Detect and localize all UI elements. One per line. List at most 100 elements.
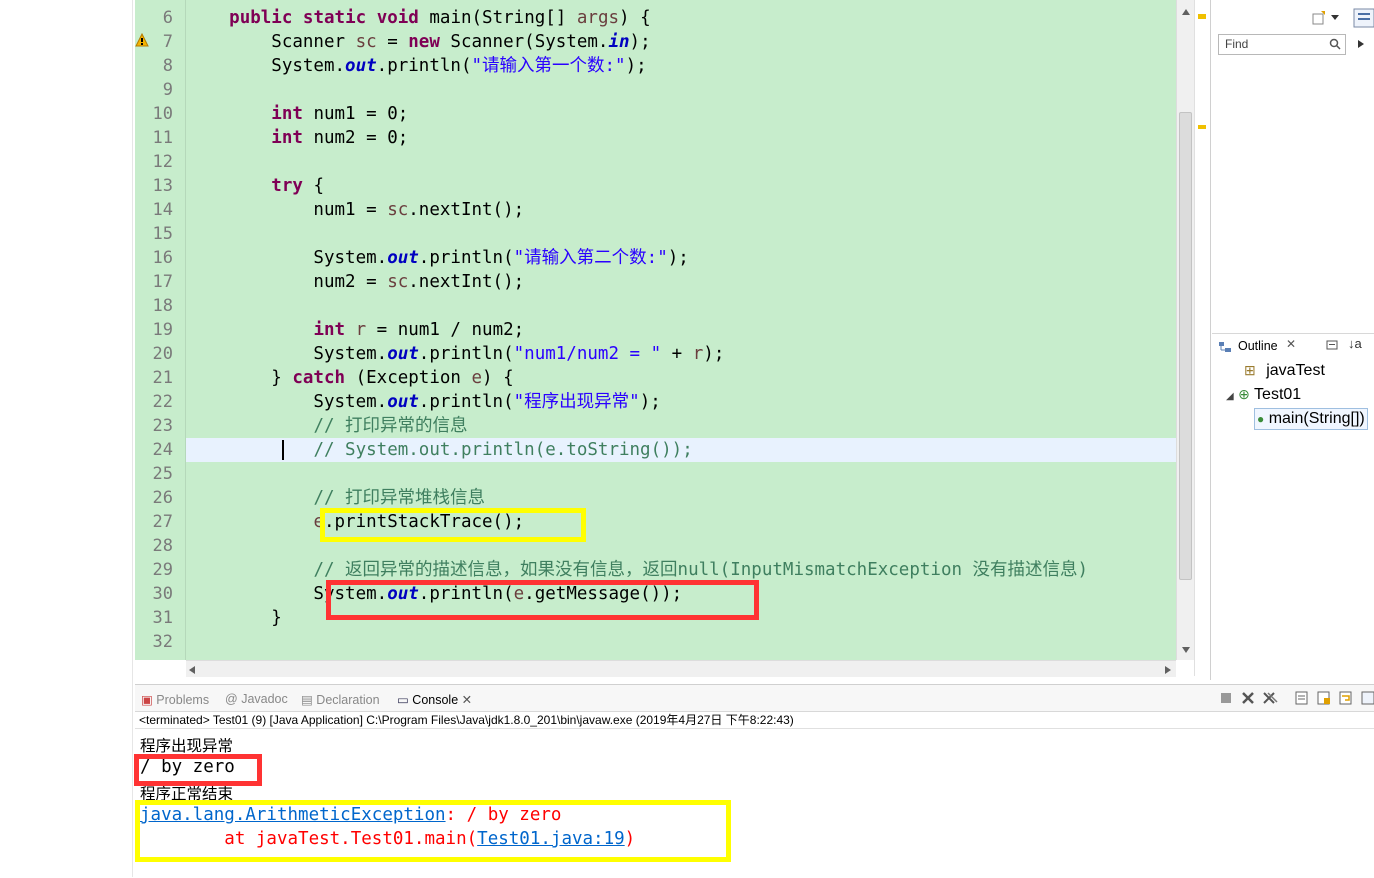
code-token: "请输入第二个数:" bbox=[513, 248, 668, 268]
close-icon[interactable]: ✕ bbox=[1286, 337, 1296, 351]
code-line[interactable]: System.out.println("请输入第二个数:"); bbox=[187, 246, 689, 270]
code-token: = bbox=[376, 32, 409, 52]
line-number: 30 bbox=[152, 584, 173, 604]
code-line[interactable]: int num1 = 0; bbox=[187, 102, 408, 126]
code-line[interactable]: try { bbox=[187, 174, 324, 198]
code-token: in bbox=[608, 32, 630, 52]
scroll-right-icon[interactable] bbox=[1164, 665, 1172, 675]
console-icon: ▭ bbox=[397, 693, 409, 707]
line-number: 31 bbox=[152, 608, 173, 628]
code-token: .println( bbox=[376, 56, 472, 76]
tab-console[interactable]: ▭ Console ✕ bbox=[397, 692, 472, 707]
code-token: new bbox=[408, 32, 440, 52]
tab-problems[interactable]: ▣ Problems bbox=[141, 692, 209, 707]
code-editor[interactable]: 6 public static void main(String[] args)… bbox=[135, 0, 1176, 660]
outline-icon bbox=[1219, 342, 1231, 352]
code-token: .println( bbox=[418, 344, 514, 364]
expand-icon[interactable]: ◢ bbox=[1226, 391, 1234, 402]
code-token: { bbox=[302, 176, 324, 196]
tab-declaration[interactable]: ▤ Declaration bbox=[301, 692, 380, 707]
code-line[interactable]: System.out.println("请输入第一个数:"); bbox=[187, 54, 646, 78]
chevron-down-icon[interactable] bbox=[1331, 15, 1339, 21]
tab-outline[interactable]: Outline bbox=[1238, 339, 1278, 353]
code-line[interactable]: // System.out.println(e.toString()); bbox=[187, 438, 692, 462]
code-token: out bbox=[387, 248, 419, 268]
remove-launch-icon[interactable] bbox=[1240, 690, 1256, 706]
console-status: <terminated> Test01 (9) [Java Applicatio… bbox=[139, 713, 794, 727]
terminate-icon[interactable] bbox=[1218, 690, 1234, 706]
code-token: sc bbox=[387, 200, 409, 220]
ruler-warning-mark[interactable] bbox=[1198, 14, 1206, 19]
problems-icon: ▣ bbox=[141, 693, 153, 707]
tab-javadoc[interactable]: @ Javadoc bbox=[225, 692, 288, 706]
outline-method[interactable]: ● main(String[]) bbox=[1254, 408, 1368, 430]
clear-console-icon[interactable] bbox=[1294, 690, 1310, 706]
code-token: ) { bbox=[619, 8, 651, 28]
search-icon[interactable] bbox=[1329, 38, 1341, 50]
line-number: 20 bbox=[152, 344, 173, 364]
code-line[interactable]: System.out.println("num1/num2 = " + r); bbox=[187, 342, 724, 366]
line-number: 6 bbox=[162, 8, 173, 28]
code-token: main(String[] bbox=[418, 8, 577, 28]
word-wrap-icon[interactable] bbox=[1338, 690, 1354, 706]
line-number: 19 bbox=[152, 320, 173, 340]
line-number: 29 bbox=[152, 560, 173, 580]
task-list-icon[interactable] bbox=[1353, 8, 1374, 28]
code-line[interactable]: num1 = sc.nextInt(); bbox=[187, 198, 524, 222]
overview-ruler[interactable] bbox=[1194, 0, 1209, 676]
code-line[interactable]: // 打印异常的信息 bbox=[187, 414, 467, 438]
scroll-lock-icon[interactable] bbox=[1316, 690, 1332, 706]
text-caret bbox=[282, 440, 284, 460]
find-input[interactable]: Find bbox=[1218, 34, 1346, 55]
code-line[interactable]: num2 = sc.nextInt(); bbox=[187, 270, 524, 294]
line-number: 26 bbox=[152, 488, 173, 508]
outline-class[interactable]: ◢ ⊕ Test01 bbox=[1226, 386, 1301, 404]
remove-all-icon[interactable] bbox=[1262, 690, 1278, 706]
code-line[interactable]: Scanner sc = new Scanner(System.in); bbox=[187, 30, 650, 54]
code-token: } bbox=[187, 368, 293, 388]
editor-horizontal-scrollbar[interactable] bbox=[186, 660, 1176, 677]
code-token: out bbox=[345, 56, 377, 76]
pin-console-icon[interactable] bbox=[1360, 690, 1374, 706]
line-number: 14 bbox=[152, 200, 173, 220]
sort-icon[interactable]: ↓a bbox=[1348, 336, 1362, 351]
line-number: 17 bbox=[152, 272, 173, 292]
left-panel bbox=[0, 0, 133, 877]
line-number: 9 bbox=[162, 80, 173, 100]
vertical-scroll-thumb[interactable] bbox=[1179, 112, 1192, 580]
code-token: ); bbox=[667, 248, 689, 268]
class-icon: ⊕ bbox=[1238, 386, 1250, 402]
code-token: num1 = 0; bbox=[302, 104, 409, 124]
outline-package[interactable]: ⊞ javaTest bbox=[1244, 362, 1325, 380]
code-line[interactable]: } catch (Exception e) { bbox=[187, 366, 513, 390]
ruler-warning-mark[interactable] bbox=[1198, 125, 1206, 129]
yellow-highlight-stacktrace bbox=[135, 800, 731, 862]
yellow-highlight-printstacktrace bbox=[320, 508, 586, 542]
code-token: System. bbox=[187, 56, 346, 76]
chevron-right-icon[interactable] bbox=[1358, 40, 1364, 48]
new-task-icon[interactable] bbox=[1311, 10, 1327, 26]
code-line[interactable]: } bbox=[187, 606, 282, 630]
code-token: .println( bbox=[418, 248, 514, 268]
code-token: int bbox=[271, 104, 303, 124]
line-number: 22 bbox=[152, 392, 173, 412]
code-line[interactable]: public static void main(String[] args) { bbox=[187, 6, 651, 30]
collapse-all-icon[interactable] bbox=[1326, 340, 1340, 352]
close-icon[interactable]: ✕ bbox=[462, 693, 472, 707]
code-line[interactable]: // 返回异常的描述信息，如果没有信息，返回null(InputMismatch… bbox=[187, 558, 1088, 582]
code-line[interactable]: int num2 = 0; bbox=[187, 126, 408, 150]
code-line[interactable]: System.out.println("程序出现异常"); bbox=[187, 390, 660, 414]
code-line[interactable]: // 打印异常堆栈信息 bbox=[187, 486, 485, 510]
scroll-left-icon[interactable] bbox=[188, 665, 196, 675]
scroll-down-icon[interactable] bbox=[1181, 646, 1191, 654]
scroll-up-icon[interactable] bbox=[1181, 8, 1191, 16]
code-line[interactable]: int r = num1 / num2; bbox=[187, 318, 524, 342]
